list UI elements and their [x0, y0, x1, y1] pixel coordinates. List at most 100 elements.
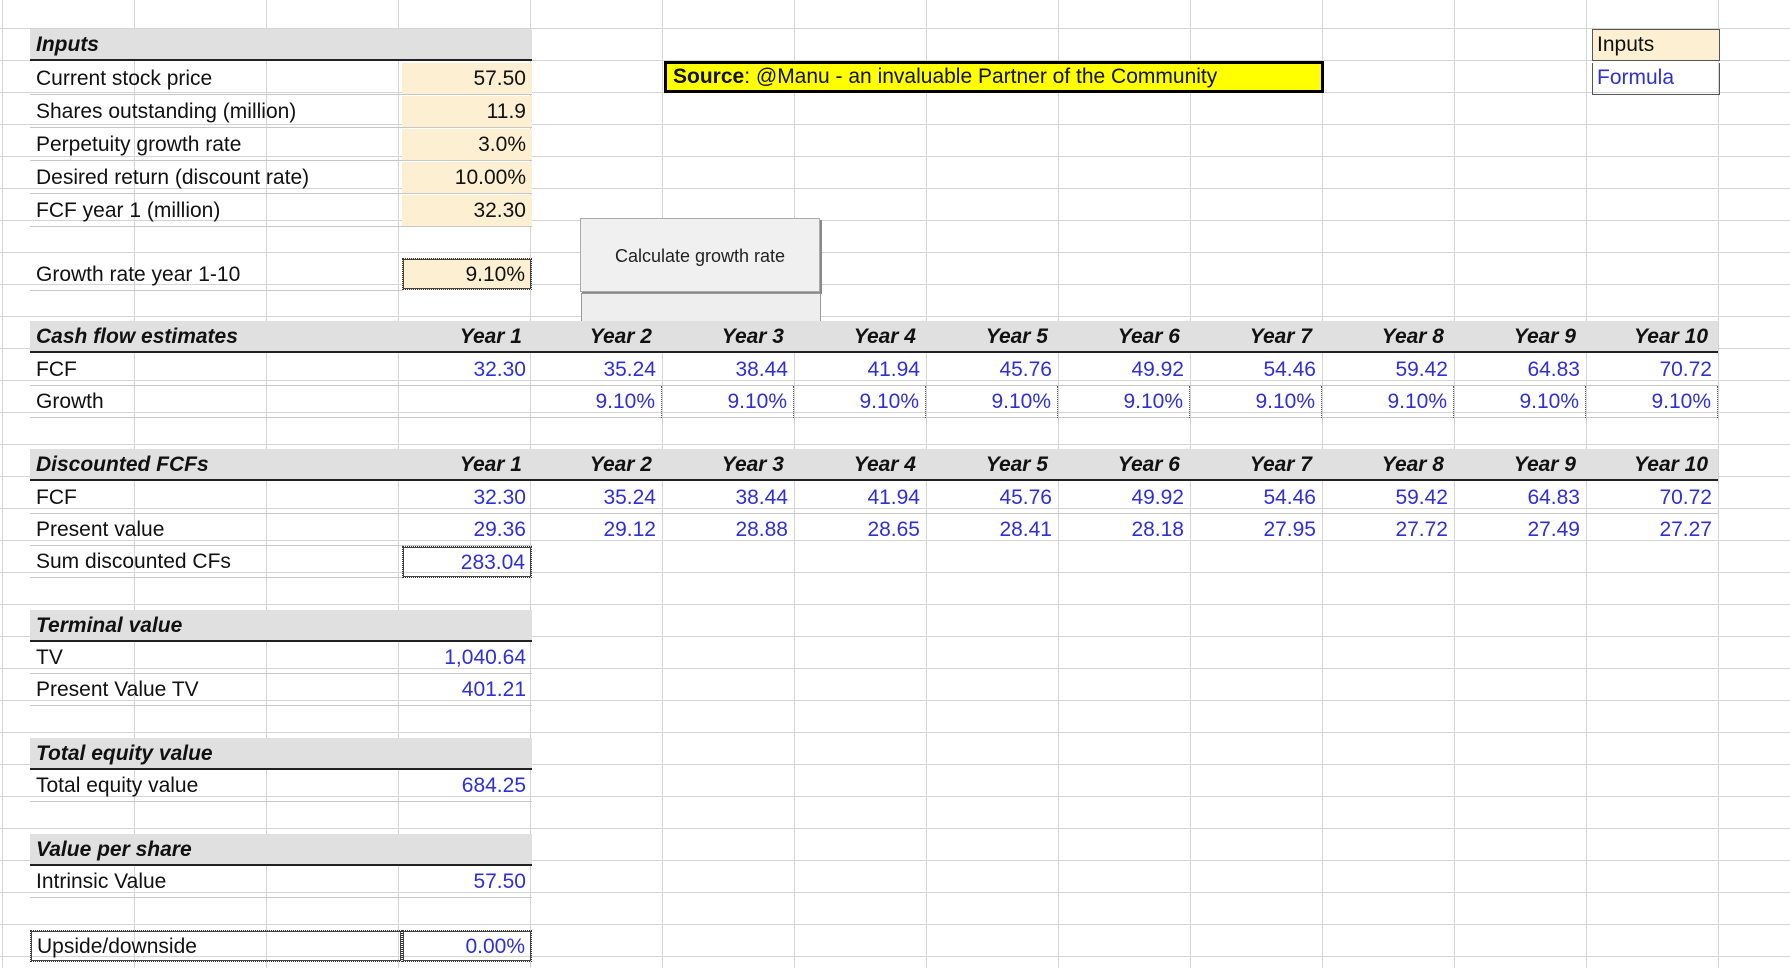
- discounted-fcf-year-5[interactable]: 45.76: [928, 482, 1058, 514]
- pv-tv-label[interactable]: Present Value TV: [30, 674, 402, 706]
- cashflow-fcf-year-8[interactable]: 59.42: [1324, 354, 1454, 386]
- source-note[interactable]: Source: @Manu - an invaluable Partner of…: [664, 61, 1324, 93]
- growth-rate-value[interactable]: 9.10%: [402, 258, 532, 290]
- cashflow-growth-label[interactable]: Growth: [30, 386, 402, 418]
- cashflow-fcf-year-4[interactable]: 41.94: [796, 354, 926, 386]
- cashflow-growth-year-1[interactable]: [402, 386, 532, 418]
- terminal-header[interactable]: Terminal value: [30, 610, 532, 642]
- input-label-discount[interactable]: Desired return (discount rate): [30, 162, 402, 194]
- input-value-perpetuity[interactable]: 3.0%: [402, 129, 532, 161]
- discounted-pv-year-10[interactable]: 27.27: [1588, 514, 1718, 546]
- button-label: Calculate growth rate: [614, 246, 786, 266]
- cashflow-fcf-year-9[interactable]: 64.83: [1456, 354, 1586, 386]
- discounted-fcf-year-7[interactable]: 54.46: [1192, 482, 1322, 514]
- tv-label[interactable]: TV: [30, 642, 402, 674]
- discounted-year-header-8[interactable]: Year 8: [1324, 449, 1454, 481]
- discounted-year-header-7[interactable]: Year 7: [1192, 449, 1322, 481]
- discounted-year-header-3[interactable]: Year 3: [664, 449, 794, 481]
- upside-label[interactable]: Upside/downside: [30, 930, 402, 962]
- discounted-pv-year-7[interactable]: 27.95: [1192, 514, 1322, 546]
- legend-inputs[interactable]: Inputs: [1592, 29, 1720, 61]
- inputs-header[interactable]: Inputs: [30, 29, 532, 61]
- equity-header[interactable]: Total equity value: [30, 738, 532, 770]
- intrinsic-value-value[interactable]: 57.50: [402, 866, 532, 898]
- cashflow-growth-year-8[interactable]: 9.10%: [1324, 386, 1454, 418]
- cashflow-year-header-7[interactable]: Year 7: [1192, 321, 1322, 353]
- cashflow-growth-year-4[interactable]: 9.10%: [796, 386, 926, 418]
- cashflow-fcf-year-2[interactable]: 35.24: [532, 354, 662, 386]
- cashflow-fcf-year-3[interactable]: 38.44: [664, 354, 794, 386]
- cashflow-year-header-2[interactable]: Year 2: [532, 321, 662, 353]
- cashflow-fcf-year-1[interactable]: 32.30: [402, 354, 532, 386]
- input-label-perpetuity[interactable]: Perpetuity growth rate: [30, 129, 402, 161]
- input-value-fcf1[interactable]: 32.30: [402, 195, 532, 227]
- cashflow-fcf-year-7[interactable]: 54.46: [1192, 354, 1322, 386]
- calculate-growth-rate-button[interactable]: Calculate growth rate: [580, 218, 821, 325]
- cashflow-growth-year-3[interactable]: 9.10%: [664, 386, 794, 418]
- discounted-pv-year-6[interactable]: 28.18: [1060, 514, 1190, 546]
- discounted-pv-year-1[interactable]: 29.36: [402, 514, 532, 546]
- discounted-title[interactable]: Discounted FCFs: [30, 449, 402, 481]
- source-text: : @Manu - an invaluable Partner of the C…: [744, 65, 1218, 88]
- discounted-pv-year-9[interactable]: 27.49: [1456, 514, 1586, 546]
- cashflow-year-header-6[interactable]: Year 6: [1060, 321, 1190, 353]
- cashflow-growth-year-5[interactable]: 9.10%: [928, 386, 1058, 418]
- cashflow-growth-year-7[interactable]: 9.10%: [1192, 386, 1322, 418]
- cashflow-year-header-9[interactable]: Year 9: [1456, 321, 1586, 353]
- discounted-fcf-year-3[interactable]: 38.44: [664, 482, 794, 514]
- discounted-fcf-label[interactable]: FCF: [30, 482, 402, 514]
- discounted-year-header-2[interactable]: Year 2: [532, 449, 662, 481]
- input-label-stock-price[interactable]: Current stock price: [30, 63, 402, 95]
- discounted-pv-year-3[interactable]: 28.88: [664, 514, 794, 546]
- cashflow-fcf-year-5[interactable]: 45.76: [928, 354, 1058, 386]
- growth-rate-label[interactable]: Growth rate year 1-10: [30, 259, 402, 291]
- cashflow-fcf-year-10[interactable]: 70.72: [1588, 354, 1718, 386]
- intrinsic-value-label[interactable]: Intrinsic Value: [30, 866, 402, 898]
- discounted-fcf-year-9[interactable]: 64.83: [1456, 482, 1586, 514]
- input-value-shares[interactable]: 11.9: [402, 96, 532, 128]
- discounted-pv-label[interactable]: Present value: [30, 514, 402, 546]
- input-value-stock-price[interactable]: 57.50: [402, 63, 532, 95]
- input-label-fcf1[interactable]: FCF year 1 (million): [30, 195, 402, 227]
- pv-tv-value[interactable]: 401.21: [402, 674, 532, 706]
- cashflow-year-header-3[interactable]: Year 3: [664, 321, 794, 353]
- cashflow-year-header-4[interactable]: Year 4: [796, 321, 926, 353]
- discounted-fcf-year-8[interactable]: 59.42: [1324, 482, 1454, 514]
- discounted-pv-year-5[interactable]: 28.41: [928, 514, 1058, 546]
- cashflow-growth-year-9[interactable]: 9.10%: [1456, 386, 1586, 418]
- discounted-fcf-year-6[interactable]: 49.92: [1060, 482, 1190, 514]
- discounted-year-header-4[interactable]: Year 4: [796, 449, 926, 481]
- cashflow-year-header-8[interactable]: Year 8: [1324, 321, 1454, 353]
- cashflow-year-header-1[interactable]: Year 1: [402, 321, 532, 353]
- discounted-fcf-year-1[interactable]: 32.30: [402, 482, 532, 514]
- input-label-shares[interactable]: Shares outstanding (million): [30, 96, 402, 128]
- discounted-year-header-5[interactable]: Year 5: [928, 449, 1058, 481]
- discounted-year-header-1[interactable]: Year 1: [402, 449, 532, 481]
- sum-discounted-label[interactable]: Sum discounted CFs: [30, 546, 402, 578]
- discounted-pv-year-8[interactable]: 27.72: [1324, 514, 1454, 546]
- equity-label[interactable]: Total equity value: [30, 770, 402, 802]
- cashflow-fcf-year-6[interactable]: 49.92: [1060, 354, 1190, 386]
- cashflow-fcf-label[interactable]: FCF: [30, 354, 402, 386]
- input-value-discount[interactable]: 10.00%: [402, 162, 532, 194]
- discounted-fcf-year-2[interactable]: 35.24: [532, 482, 662, 514]
- discounted-year-header-6[interactable]: Year 6: [1060, 449, 1190, 481]
- legend-formula[interactable]: Formula: [1592, 63, 1720, 95]
- discounted-year-header-9[interactable]: Year 9: [1456, 449, 1586, 481]
- cashflow-growth-year-2[interactable]: 9.10%: [532, 386, 662, 418]
- cashflow-title[interactable]: Cash flow estimates: [30, 321, 402, 353]
- cashflow-year-header-10[interactable]: Year 10: [1588, 321, 1718, 353]
- discounted-year-header-10[interactable]: Year 10: [1588, 449, 1718, 481]
- discounted-fcf-year-4[interactable]: 41.94: [796, 482, 926, 514]
- discounted-pv-year-2[interactable]: 29.12: [532, 514, 662, 546]
- per-share-header[interactable]: Value per share: [30, 834, 532, 866]
- cashflow-year-header-5[interactable]: Year 5: [928, 321, 1058, 353]
- sum-discounted-value[interactable]: 283.04: [402, 546, 532, 578]
- cashflow-growth-year-6[interactable]: 9.10%: [1060, 386, 1190, 418]
- equity-value[interactable]: 684.25: [402, 770, 532, 802]
- cashflow-growth-year-10[interactable]: 9.10%: [1588, 386, 1718, 418]
- discounted-pv-year-4[interactable]: 28.65: [796, 514, 926, 546]
- upside-value[interactable]: 0.00%: [402, 930, 532, 962]
- discounted-fcf-year-10[interactable]: 70.72: [1588, 482, 1718, 514]
- tv-value[interactable]: 1,040.64: [402, 642, 532, 674]
